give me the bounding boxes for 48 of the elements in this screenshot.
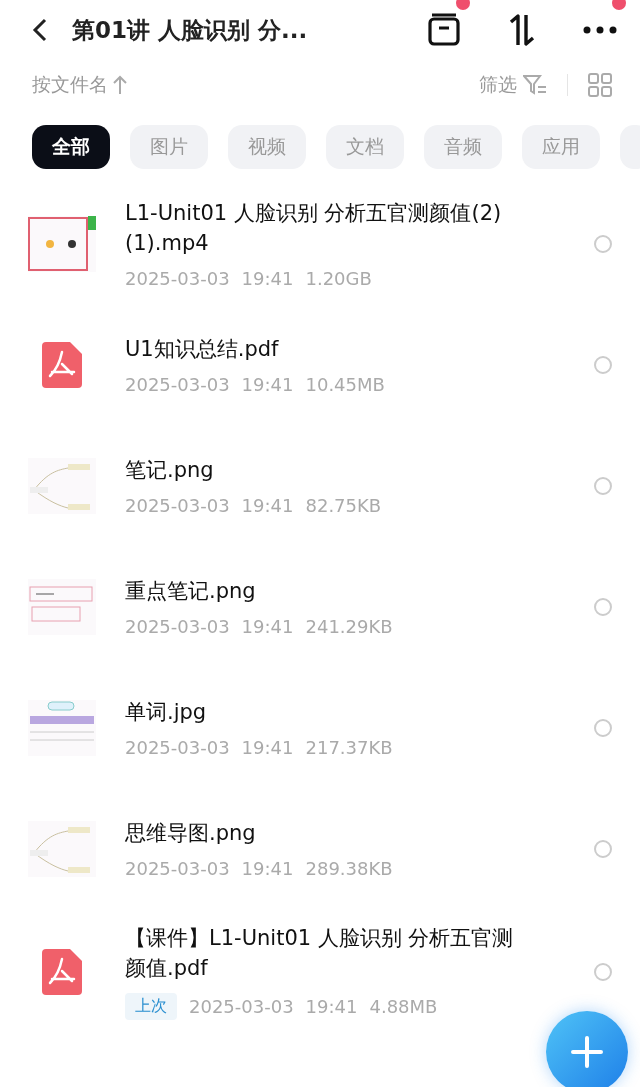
filter-icon[interactable] — [523, 74, 547, 96]
file-name[interactable]: 笔记.png — [125, 455, 525, 485]
select-radio[interactable] — [594, 839, 612, 858]
add-button[interactable] — [546, 1011, 628, 1087]
file-name[interactable]: 单词.jpg — [125, 697, 525, 727]
filter-chip[interactable]: 全部 — [32, 125, 110, 169]
pdf-icon — [42, 341, 82, 388]
file-name[interactable]: 重点笔记.png — [125, 576, 525, 606]
file-time: 19:41 — [241, 616, 294, 637]
file-name[interactable]: L1-Unit01 人脸识别 分析五官测颜值(2) (1).mp4 — [125, 198, 525, 258]
select-radio[interactable] — [594, 962, 612, 981]
file-size: 217.37KB — [305, 737, 393, 758]
file-size: 82.75KB — [305, 495, 382, 516]
select-radio[interactable] — [594, 597, 612, 616]
file-name[interactable]: 【课件】L1-Unit01 人脸识别 分析五官测颜值.pdf — [125, 923, 525, 983]
file-time: 19:41 — [241, 737, 294, 758]
file-date: 2025-03-03 — [125, 495, 230, 516]
file-date: 2025-03-03 — [125, 737, 230, 758]
window-title: 第01讲 人脸识别 分... — [72, 15, 309, 45]
file-date: 2025-03-03 — [189, 996, 294, 1017]
file-date: 2025-03-03 — [125, 858, 230, 879]
file-time: 19:41 — [241, 268, 294, 289]
recent-badge: 上次 — [125, 993, 177, 1020]
file-time: 19:41 — [241, 374, 294, 395]
file-date: 2025-03-03 — [125, 616, 230, 637]
select-radio[interactable] — [594, 718, 612, 737]
file-size: 241.29KB — [305, 616, 393, 637]
file-time: 19:41 — [241, 495, 294, 516]
file-name[interactable]: U1知识总结.pdf — [125, 334, 525, 364]
plus-icon — [571, 1036, 603, 1068]
file-size: 10.45MB — [305, 374, 385, 395]
file-size: 289.38KB — [305, 858, 393, 879]
file-time: 19:41 — [305, 996, 358, 1017]
file-size: 4.88MB — [369, 996, 438, 1017]
select-radio[interactable] — [594, 476, 612, 495]
file-date: 2025-03-03 — [125, 374, 230, 395]
box-icon — [427, 13, 461, 47]
more-icon — [583, 26, 617, 34]
pdf-icon — [42, 948, 82, 995]
file-name[interactable]: 思维导图.png — [125, 818, 525, 848]
file-size: 1.20GB — [305, 268, 372, 289]
select-radio[interactable] — [594, 355, 612, 374]
file-date: 2025-03-03 — [125, 268, 230, 289]
file-time: 19:41 — [241, 858, 294, 879]
grid-view-icon[interactable] — [588, 73, 612, 97]
select-radio[interactable] — [594, 234, 612, 253]
up-arrow-icon[interactable] — [112, 75, 128, 95]
sort-icon — [507, 13, 537, 47]
